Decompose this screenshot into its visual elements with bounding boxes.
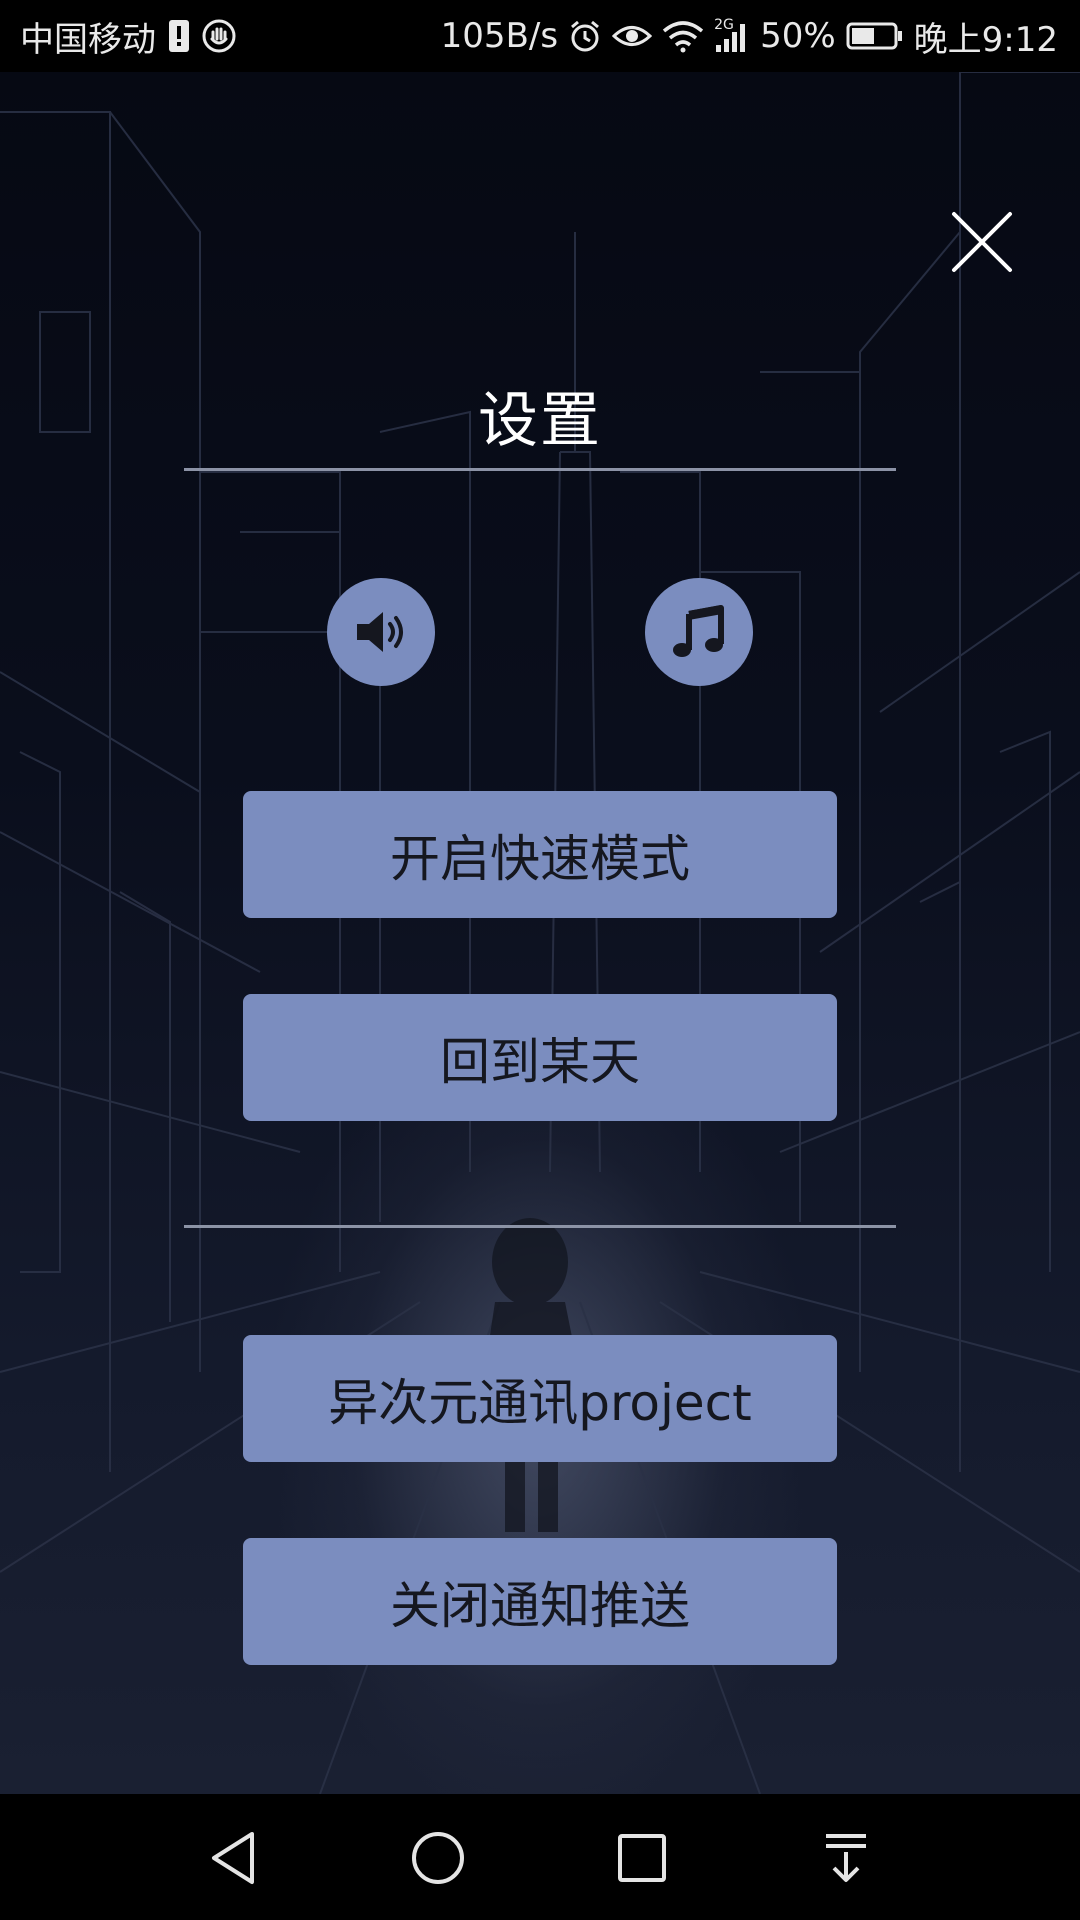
back-to-day-label: 回到某天 — [440, 1032, 640, 1091]
notification-pull-button[interactable] — [814, 1826, 878, 1890]
status-bar: 中国移动 105B/s 2G 50% 晚上9:12 — [0, 0, 1080, 72]
recents-button[interactable] — [610, 1826, 674, 1890]
fast-mode-label: 开启快速模式 — [390, 829, 690, 888]
alarm-icon — [568, 19, 602, 53]
eye-icon — [612, 21, 653, 51]
divider-middle — [184, 1225, 896, 1228]
speaker-icon — [357, 612, 403, 652]
hand-icon — [202, 19, 236, 53]
music-note-icon — [673, 605, 724, 657]
recents-icon — [618, 1834, 666, 1882]
sound-toggle-button[interactable] — [327, 578, 435, 686]
project-button[interactable]: 异次元通讯project — [243, 1335, 837, 1462]
fast-mode-button[interactable]: 开启快速模式 — [243, 791, 837, 918]
disable-push-button[interactable]: 关闭通知推送 — [243, 1538, 837, 1665]
music-toggle-button[interactable] — [645, 578, 753, 686]
project-label: 异次元通讯project — [328, 1373, 752, 1432]
battery-icon — [846, 21, 904, 51]
clock: 晚上9:12 — [913, 19, 1058, 60]
signal-icon: 2G — [714, 17, 750, 53]
wifi-icon — [662, 19, 704, 53]
network-speed: 105B/s — [440, 16, 559, 56]
carrier-label: 中国移动 — [20, 19, 156, 60]
status-bar-left: 中国移动 — [20, 0, 236, 72]
notification-pull-icon — [826, 1834, 866, 1882]
page-title: 设置 — [478, 386, 602, 456]
divider-top — [184, 468, 896, 471]
sim-alert-icon — [168, 19, 190, 53]
home-icon — [412, 1832, 464, 1884]
back-icon — [212, 1832, 254, 1884]
home-button[interactable] — [406, 1826, 470, 1890]
back-to-day-button[interactable]: 回到某天 — [243, 994, 837, 1121]
disable-push-label: 关闭通知推送 — [390, 1576, 690, 1635]
navigation-bar — [0, 1794, 1080, 1920]
status-bar-right: 105B/s 2G 50% 晚上9:12 — [441, 0, 1058, 72]
battery-percent: 50% — [760, 16, 836, 56]
close-button[interactable] — [950, 210, 1014, 274]
city-street-background — [0, 72, 1080, 1794]
network-type-label: 2G — [714, 17, 734, 33]
close-icon — [952, 212, 1012, 272]
settings-screen: 设置 开启快速模式 回到某天 异次元通讯project 关闭通知推送 — [0, 72, 1080, 1794]
back-button[interactable] — [202, 1826, 266, 1890]
